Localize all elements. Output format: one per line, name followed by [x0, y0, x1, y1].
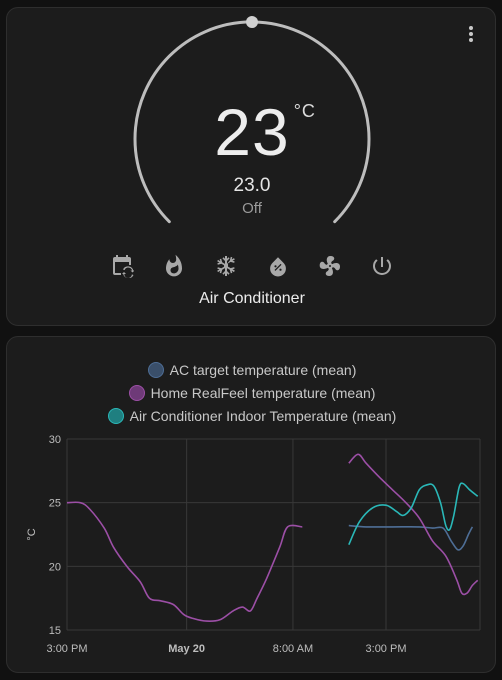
- thermostat-card: 23 °C 23.0 Off Air Conditioner: [6, 7, 496, 326]
- thermostat-name: Air Conditioner: [199, 290, 305, 307]
- hvac-mode-bar: [7, 254, 497, 278]
- y-axis-label: °C: [26, 528, 38, 540]
- dial-handle[interactable]: [246, 16, 258, 28]
- hvac-state: Off: [242, 200, 262, 217]
- history-chart: 15 20 25 30 3:00 PM May 20 8:00 AM 3:00 PM °C: [26, 434, 481, 655]
- y-tick-label: 15: [49, 625, 61, 637]
- history-graph-card: AC target temperature (mean) Home RealFe…: [6, 336, 496, 673]
- series-line-1: [66, 501, 303, 623]
- y-tick-label: 20: [49, 561, 61, 573]
- series-line-0: [348, 524, 474, 551]
- water-percent-icon[interactable]: [266, 254, 290, 278]
- series-line-1: [348, 453, 479, 596]
- series-line-2: [348, 482, 479, 546]
- power-icon[interactable]: [370, 254, 394, 278]
- calendar-sync-icon[interactable]: [110, 254, 134, 278]
- fire-icon[interactable]: [162, 254, 186, 278]
- y-tick-label: 25: [49, 498, 61, 510]
- temperature-unit: °C: [293, 101, 316, 121]
- x-tick-label: 3:00 PM: [47, 643, 88, 655]
- x-tick-label: 3:00 PM: [366, 643, 407, 655]
- target-temperature-value: 23: [214, 95, 290, 169]
- fan-icon[interactable]: [318, 254, 342, 278]
- current-temperature: 23.0: [233, 175, 271, 196]
- y-tick-label: 30: [49, 434, 61, 446]
- target-temperature[interactable]: 23 °C: [7, 94, 497, 170]
- x-tick-label: 8:00 AM: [273, 643, 313, 655]
- x-tick-label: May 20: [168, 643, 205, 655]
- snowflake-icon[interactable]: [214, 254, 238, 278]
